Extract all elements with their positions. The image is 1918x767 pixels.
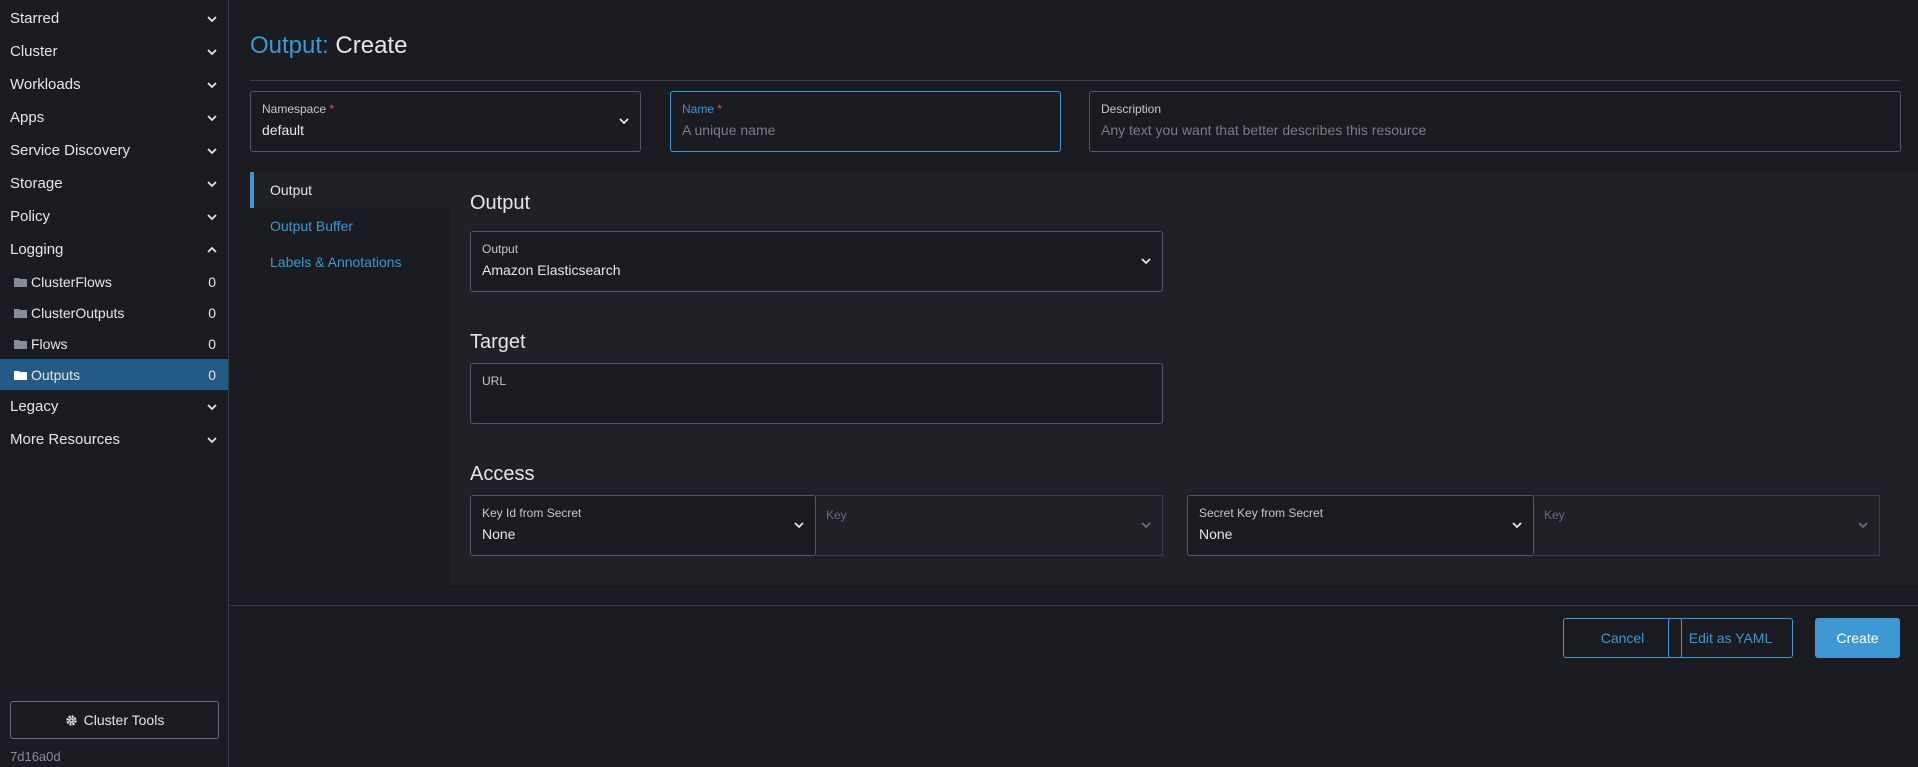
gear-icon (66, 714, 77, 726)
namespace-value: default (262, 122, 305, 138)
url-label: URL (482, 374, 507, 388)
chevron-down-icon (207, 81, 217, 88)
sidebar-item-label: Outputs (31, 366, 81, 383)
nav-group-starred[interactable]: Starred (0, 2, 228, 35)
chevron-down-icon (794, 522, 804, 529)
chevron-down-icon (1858, 522, 1868, 529)
count-badge: 0 (208, 335, 216, 352)
sidebar-item-label: ClusterOutputs (31, 304, 125, 321)
key-id-secret-value: None (482, 526, 516, 542)
nav-group-label: Workloads (10, 76, 81, 93)
page-title-resource[interactable]: Output: (250, 32, 329, 59)
nav-group-label: Cluster (10, 43, 58, 60)
create-button[interactable]: Create (1815, 618, 1900, 658)
divider (230, 605, 1918, 606)
tab-labels-annotations[interactable]: Labels & Annotations (250, 244, 450, 280)
nav-group-label: Starred (10, 10, 60, 27)
cluster-tools-button[interactable]: Cluster Tools (10, 701, 219, 739)
key-id-key-select[interactable]: Key (816, 495, 1163, 556)
chevron-up-icon (207, 246, 217, 253)
divider (250, 80, 1900, 81)
folder-icon (14, 277, 27, 287)
tab-output[interactable]: Output (250, 172, 450, 208)
description-label: Description (1101, 102, 1162, 116)
nav-group-workloads[interactable]: Workloads (0, 68, 228, 101)
nav-group-label: Policy (10, 208, 51, 225)
edit-as-yaml-button[interactable]: Edit as YAML (1668, 618, 1793, 658)
chevron-down-icon (207, 48, 217, 55)
tabbed-panel: Output Output Buffer Labels & Annotation… (250, 172, 1918, 585)
nav-group-label: Apps (10, 109, 45, 126)
cancel-button[interactable]: Cancel (1563, 618, 1682, 658)
nav-group-label: Storage (10, 175, 63, 192)
url-field[interactable]: URL (470, 363, 1163, 424)
side-tabs: Output Output Buffer Labels & Annotation… (250, 172, 450, 585)
count-badge: 0 (208, 273, 216, 290)
access-section-title: Access (470, 463, 535, 485)
page-title: Output: Create (250, 32, 407, 60)
secret-key-secret-label: Secret Key from Secret (1199, 506, 1324, 520)
key-id-secret-select[interactable]: Key Id from Secret None (470, 495, 816, 556)
chevron-down-icon (207, 180, 217, 187)
chevron-down-icon (207, 436, 217, 443)
chevron-down-icon (1141, 522, 1151, 529)
folder-icon (14, 370, 27, 380)
cluster-tools-label: Cluster Tools (83, 712, 165, 728)
count-badge: 0 (208, 366, 216, 383)
output-type-value: Amazon Elasticsearch (482, 262, 621, 278)
secret-key-secret-select[interactable]: Secret Key from Secret None (1187, 495, 1534, 556)
secret-key-key-select[interactable]: Key (1534, 495, 1880, 556)
nav-group-service-discovery[interactable]: Service Discovery (0, 134, 228, 167)
nav-group-more-resources[interactable]: More Resources (0, 423, 228, 456)
name-field[interactable]: Name * A unique name (670, 91, 1061, 152)
namespace-select[interactable]: Namespace * default (250, 91, 641, 152)
namespace-label: Namespace * (262, 102, 335, 116)
nav-group-label: Logging (10, 241, 64, 258)
key-label: Key (1544, 508, 1565, 522)
output-type-label: Output (482, 242, 519, 256)
nav-group-storage[interactable]: Storage (0, 167, 228, 200)
chevron-down-icon (207, 114, 217, 121)
chevron-down-icon (619, 118, 629, 125)
nav-group-apps[interactable]: Apps (0, 101, 228, 134)
nav-group-label: Legacy (10, 398, 59, 415)
chevron-down-icon (207, 403, 217, 410)
count-badge: 0 (208, 304, 216, 321)
sidebar-item-clusteroutputs[interactable]: ClusterOutputs 0 (0, 297, 228, 328)
output-type-select[interactable]: Output Amazon Elasticsearch (470, 231, 1163, 292)
sidebar: Starred Cluster Workloads Apps Service D… (0, 0, 229, 767)
key-label: Key (826, 508, 847, 522)
nav-group-cluster[interactable]: Cluster (0, 35, 228, 68)
nav-group-legacy[interactable]: Legacy (0, 390, 228, 423)
chevron-down-icon (207, 147, 217, 154)
sidebar-item-label: ClusterFlows (31, 273, 112, 290)
chevron-down-icon (1141, 258, 1151, 265)
secret-key-secret-value: None (1199, 526, 1233, 542)
folder-icon (14, 339, 27, 349)
chevron-down-icon (1512, 522, 1522, 529)
sidebar-item-clusterflows[interactable]: ClusterFlows 0 (0, 266, 228, 297)
tab-output-buffer[interactable]: Output Buffer (250, 208, 450, 244)
folder-icon (14, 308, 27, 318)
sidebar-item-label: Flows (31, 335, 68, 352)
key-id-secret-label: Key Id from Secret (482, 506, 582, 520)
main-content: Output: Create Namespace * default Name … (230, 0, 1918, 767)
nav-group-label: Service Discovery (10, 142, 131, 159)
description-placeholder: Any text you want that better describes … (1101, 122, 1427, 138)
chevron-down-icon (207, 213, 217, 220)
nav-group-policy[interactable]: Policy (0, 200, 228, 233)
target-section-title: Target (470, 331, 526, 353)
sidebar-item-outputs[interactable]: Outputs 0 (0, 359, 228, 390)
nav-group-label: More Resources (10, 431, 121, 448)
version-label: 7d16a0d (10, 749, 61, 764)
name-placeholder: A unique name (682, 122, 776, 138)
name-label: Name * (682, 102, 723, 116)
nav-group-logging[interactable]: Logging (0, 233, 228, 266)
chevron-down-icon (207, 15, 217, 22)
description-field[interactable]: Description Any text you want that bette… (1089, 91, 1901, 152)
page-title-action: Create (335, 32, 408, 59)
output-section-title: Output (470, 192, 531, 214)
sidebar-item-flows[interactable]: Flows 0 (0, 328, 228, 359)
